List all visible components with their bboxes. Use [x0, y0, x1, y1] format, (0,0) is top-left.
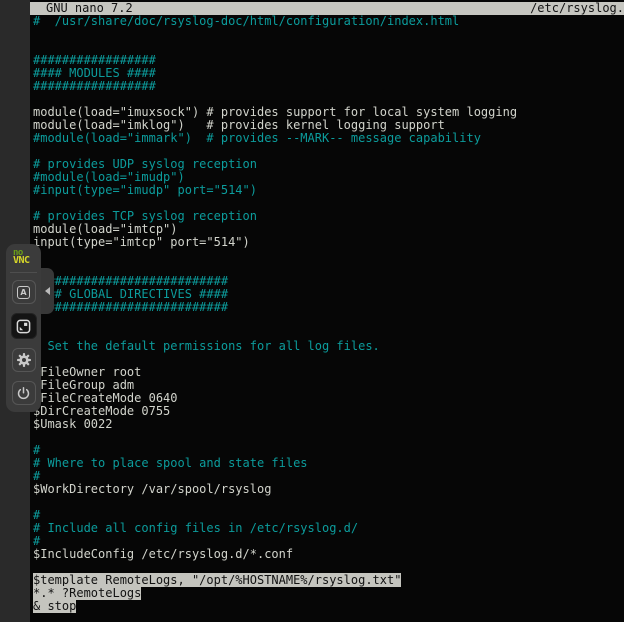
- editor-line: $Umask 0022: [33, 418, 624, 431]
- power-button[interactable]: [12, 381, 36, 405]
- power-icon: [16, 386, 31, 401]
- editor-line: [33, 249, 624, 262]
- editor-line: $IncludeConfig /etc/rsyslog.d/*.conf: [33, 548, 624, 561]
- editor-line: [33, 496, 624, 509]
- control-bar-handle[interactable]: [41, 268, 54, 314]
- novnc-logo-vnc: VNC: [13, 257, 34, 265]
- nano-filename: /etc/rsyslog.: [530, 2, 624, 15]
- control-bar-divider: [10, 272, 37, 273]
- fullscreen-button[interactable]: [11, 313, 37, 339]
- collapse-arrow-icon: [45, 287, 50, 295]
- editor-line: *.* ?RemoteLogs: [33, 587, 624, 600]
- settings-button[interactable]: [12, 348, 36, 372]
- editor-line: # Include all config files in /etc/rsysl…: [33, 522, 624, 535]
- editor-line: & stop: [33, 600, 624, 613]
- editor-line: [33, 28, 624, 41]
- editor-line: ###########################: [33, 301, 624, 314]
- novnc-control-bar: no VNC A: [6, 244, 41, 412]
- keyboard-a-key-icon: A: [17, 286, 30, 299]
- terminal-window[interactable]: GNU nano 7.2 /etc/rsyslog. # /usr/share/…: [30, 0, 624, 622]
- editor-line: [33, 431, 624, 444]
- keyboard-button[interactable]: A: [12, 280, 36, 304]
- editor-line: #################: [33, 80, 624, 93]
- editor-line: $WorkDirectory /var/spool/rsyslog: [33, 483, 624, 496]
- editor-line: #input(type="imudp" port="514"): [33, 184, 624, 197]
- editor-line: #module(load="immark") # provides --MARK…: [33, 132, 624, 145]
- editor-line: $DirCreateMode 0755: [33, 405, 624, 418]
- novnc-logo: no VNC: [13, 249, 34, 265]
- editor-content: # /usr/share/doc/rsyslog-doc/html/config…: [30, 15, 624, 613]
- editor-line: # /usr/share/doc/rsyslog-doc/html/config…: [33, 15, 624, 28]
- fullscreen-icon: [16, 319, 31, 334]
- editor-line: input(type="imtcp" port="514"): [33, 236, 624, 249]
- novnc-screen: GNU nano 7.2 /etc/rsyslog. # /usr/share/…: [0, 0, 624, 622]
- editor-line: # Where to place spool and state files: [33, 457, 624, 470]
- editor-line: [33, 314, 624, 327]
- gear-icon: [16, 352, 32, 368]
- editor-line: # Set the default permissions for all lo…: [33, 340, 624, 353]
